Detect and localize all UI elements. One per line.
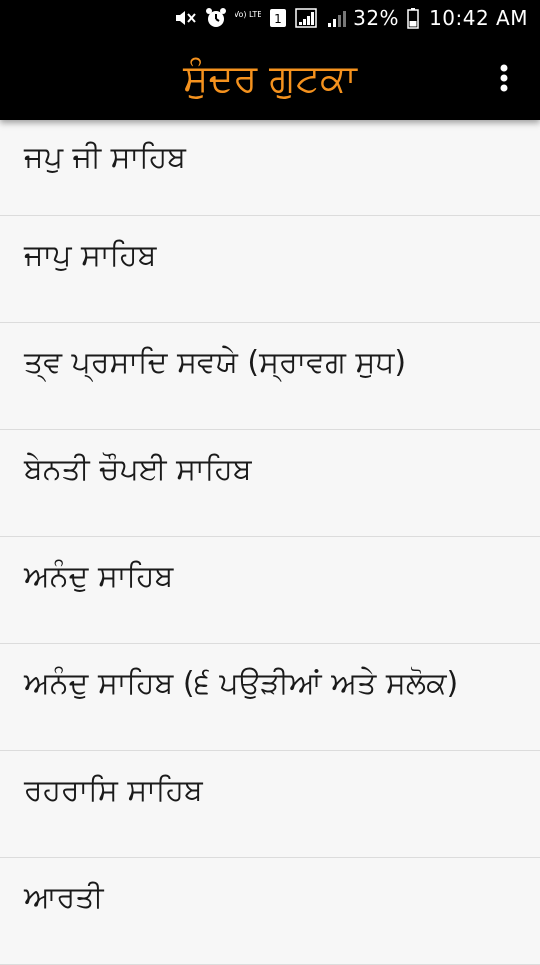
list-item-label: ਜਪੁ ਜੀ ਸਾਹਿਬ — [24, 140, 186, 175]
list-item-anand-sahib-short[interactable]: ਅਨੰਦੁ ਸਾਹਿਬ (੬ ਪਉੜੀਆਂ ਅਤੇ ਸਲੋਕ) — [0, 644, 540, 751]
list-item-benti-chaupai-sahib[interactable]: ਬੇਨਤੀ ਚੌਪਈ ਸਾਹਿਬ — [0, 430, 540, 537]
battery-percent: 32% — [353, 6, 400, 30]
list-item-label: ਤ੍ਵ ਪ੍ਰਸਾਦਿ ਸਵਯੇ (ਸ੍ਰਾਵਗ ਸੁਧ) — [24, 345, 407, 380]
bani-list: ਜਪੁ ਜੀ ਸਾਹਿਬ ਜਾਪੁ ਸਾਹਿਬ ਤ੍ਵ ਪ੍ਰਸਾਦਿ ਸਵਯੇ… — [0, 120, 540, 965]
sim-label: 1 — [274, 12, 282, 26]
overflow-menu-button[interactable] — [486, 60, 522, 96]
alarm-icon — [205, 6, 227, 30]
list-item-aarti[interactable]: ਆਰਤੀ — [0, 858, 540, 965]
list-item-label: ਰਹਰਾਸਿ ਸਾਹਿਬ — [24, 773, 203, 808]
list-item-label: ਆਰਤੀ — [24, 880, 104, 915]
clock: 10:42 AM — [429, 6, 528, 30]
volte-icon: Vo) LTE — [235, 6, 261, 30]
sim-icon: 1 — [269, 6, 287, 30]
list-item-label: ਅਨੰਦੁ ਸਾਹਿਬ (੬ ਪਉੜੀਆਂ ਅਤੇ ਸਲੋਕ) — [24, 666, 459, 701]
list-item-label: ਜਾਪੁ ਸਾਹਿਬ — [24, 238, 157, 273]
list-item-label: ਅਨੰਦੁ ਸਾਹਿਬ — [24, 559, 174, 594]
battery-icon — [407, 6, 419, 30]
list-item-jaap-sahib[interactable]: ਜਾਪੁ ਸਾਹਿਬ — [0, 216, 540, 323]
mute-icon — [173, 6, 197, 30]
list-item-label: ਬੇਨਤੀ ਚੌਪਈ ਸਾਹਿਬ — [24, 452, 252, 487]
app-title: ਸੁੰਦਰ ਗੁਟਕਾ — [183, 55, 357, 100]
more-vert-icon — [500, 64, 508, 92]
signal-weak-icon — [327, 6, 347, 30]
list-item-rehras-sahib[interactable]: ਰਹਰਾਸਿ ਸਾਹਿਬ — [0, 751, 540, 858]
volte-label: Vo) LTE — [235, 10, 261, 19]
app-bar: ਸੁੰਦਰ ਗੁਟਕਾ — [0, 36, 540, 120]
status-bar: Vo) LTE 1 32% 10:42 AM — [0, 0, 540, 36]
signal-icon — [295, 6, 319, 30]
list-item-anand-sahib[interactable]: ਅਨੰਦੁ ਸਾਹਿਬ — [0, 537, 540, 644]
list-item-japji-sahib[interactable]: ਜਪੁ ਜੀ ਸਾਹਿਬ — [0, 120, 540, 216]
list-item-tav-prasad-savaiye[interactable]: ਤ੍ਵ ਪ੍ਰਸਾਦਿ ਸਵਯੇ (ਸ੍ਰਾਵਗ ਸੁਧ) — [0, 323, 540, 430]
